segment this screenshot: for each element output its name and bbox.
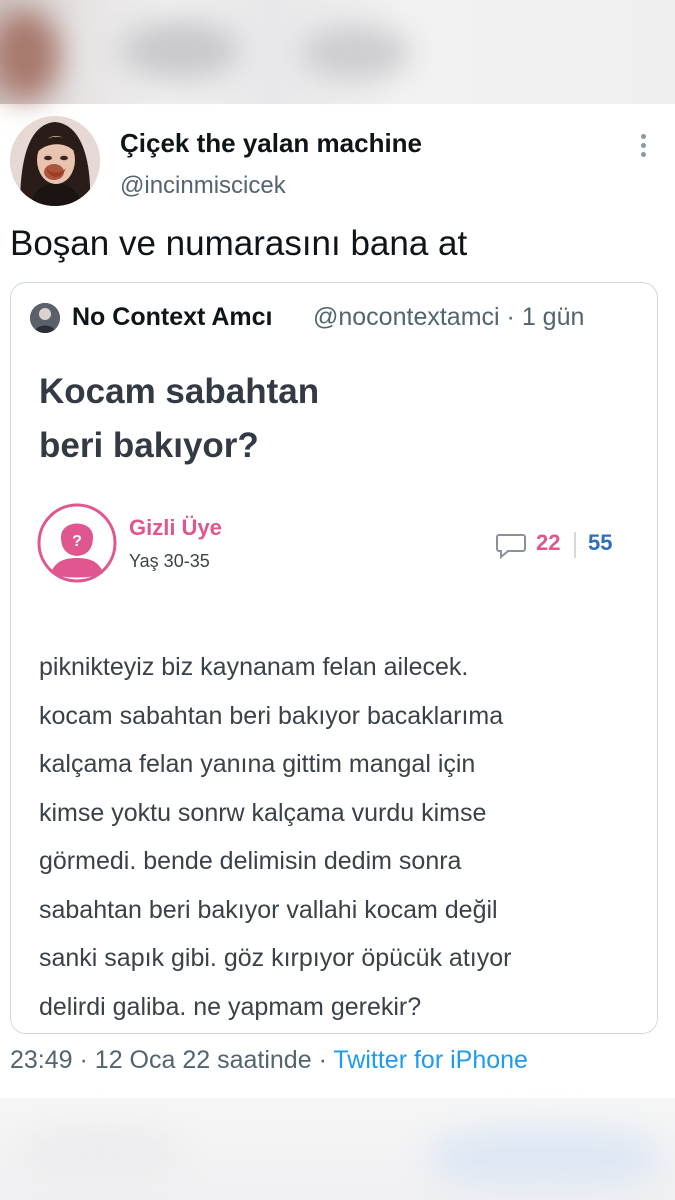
quoted-author-handle[interactable]: @nocontextamci <box>313 303 500 331</box>
quoted-author-avatar[interactable] <box>30 303 60 333</box>
question-title: Kocam sabahtan beri bakıyor? <box>39 365 439 473</box>
question-title-line2: beri bakıyor? <box>39 426 259 465</box>
more-vertical-icon[interactable] <box>638 134 650 162</box>
meta-separator: · <box>506 303 515 331</box>
tweet-footer: 23:49 · 12 Oca 22 saatinde · Twitter for… <box>10 1046 528 1075</box>
quoted-tweet-card[interactable]: No Context Amcı @nocontextamci · 1 gün K… <box>10 282 658 1034</box>
anonymous-member-icon: ? <box>37 503 117 583</box>
tweet-date[interactable]: 12 Oca 22 saatinde <box>95 1046 312 1074</box>
tweet-text: Boşan ve numarasını bana at <box>10 224 468 263</box>
body-line: görmedi. bende delimisin dedim sonra <box>39 847 462 875</box>
question-title-line1: Kocam sabahtan <box>39 372 320 411</box>
question-body: piknikteyiz biz kaynanam felan ailecek. … <box>39 643 639 1031</box>
comment-count: 22 <box>536 530 561 555</box>
body-line: piknikteyiz biz kaynanam felan ailecek. <box>39 653 469 681</box>
footer-separator: · <box>79 1046 88 1074</box>
quoted-author-name[interactable]: No Context Amcı <box>72 303 272 332</box>
blurred-top-banner <box>0 0 675 104</box>
body-line: kocam sabahtan beri bakıyor bacaklarıma <box>39 701 504 730</box>
author-name[interactable]: Çiçek the yalan machine <box>120 128 422 159</box>
quoted-screenshot-image[interactable]: Kocam sabahtan beri bakıyor? ? Gizli Üye… <box>11 343 657 1033</box>
tweet-time[interactable]: 23:49 <box>10 1046 73 1074</box>
footer-separator: · <box>318 1046 327 1074</box>
body-line: delirdi galiba. ne yapmam gerekir? <box>39 992 422 1021</box>
quoted-time-ago[interactable]: 1 gün <box>522 303 585 331</box>
tweet-header: Çiçek the yalan machine @incinmiscicek <box>10 116 665 210</box>
comment-icon <box>496 534 526 560</box>
member-name: Gizli Üye <box>129 515 222 540</box>
blurred-bottom-banner <box>0 1098 675 1200</box>
tweet-source-link[interactable]: Twitter for iPhone <box>333 1046 528 1074</box>
like-count: 55 <box>588 530 613 555</box>
author-handle[interactable]: @incinmiscicek <box>120 172 286 200</box>
author-avatar[interactable] <box>10 116 100 206</box>
body-line: kimse yoktu sonrw kalçama vurdu kimse <box>39 798 487 827</box>
body-line: sanki sapık gibi. göz kırpıyor öpücük at… <box>39 944 512 972</box>
body-line: kalçama felan yanına gittim mangal için <box>39 750 476 778</box>
member-age: Yaş 30-35 <box>129 551 210 571</box>
stats-divider <box>574 532 576 558</box>
body-line: sabahtan beri bakıyor vallahi kocam deği… <box>39 895 498 924</box>
svg-text:?: ? <box>72 533 82 550</box>
quoted-author-meta: @nocontextamci · 1 gün <box>313 303 584 332</box>
